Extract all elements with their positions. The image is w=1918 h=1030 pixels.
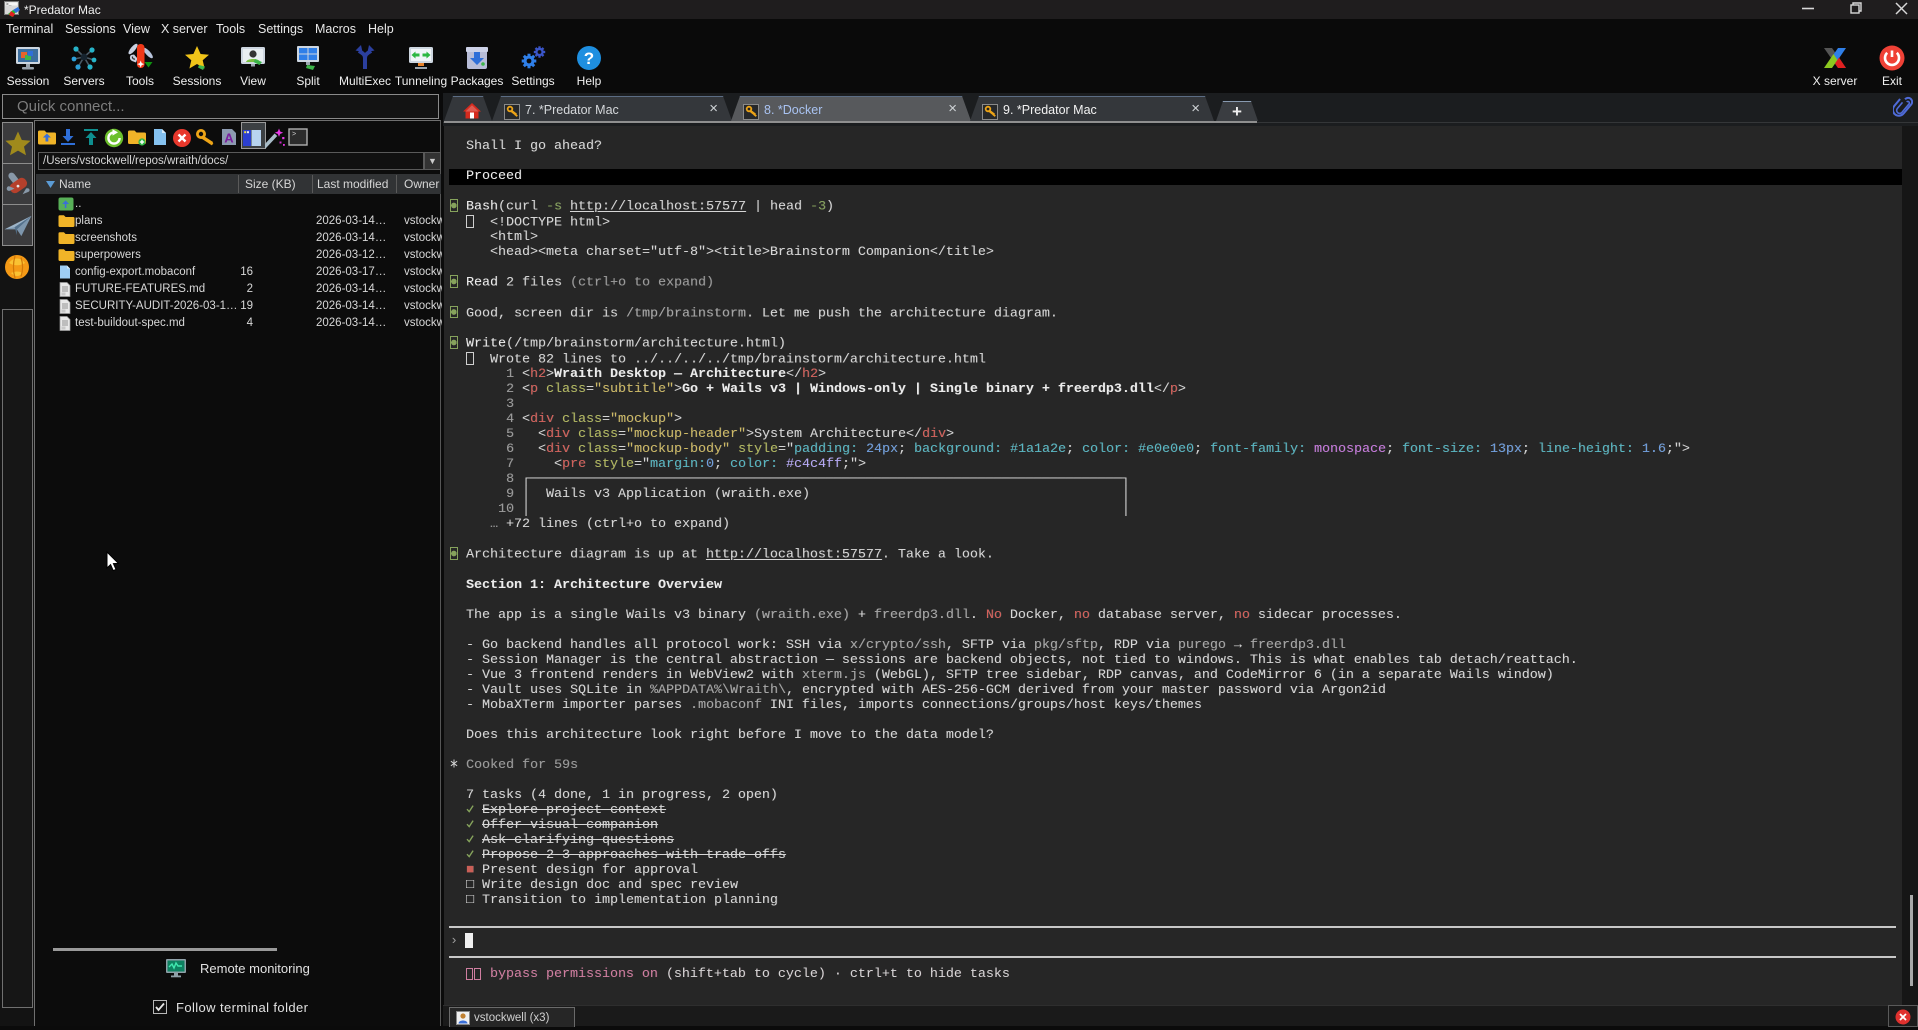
svg-text:>_: >_ [6,2,12,8]
svg-text:A: A [224,131,234,146]
svg-text:>: > [292,131,296,139]
svg-text:?: ? [584,49,594,68]
